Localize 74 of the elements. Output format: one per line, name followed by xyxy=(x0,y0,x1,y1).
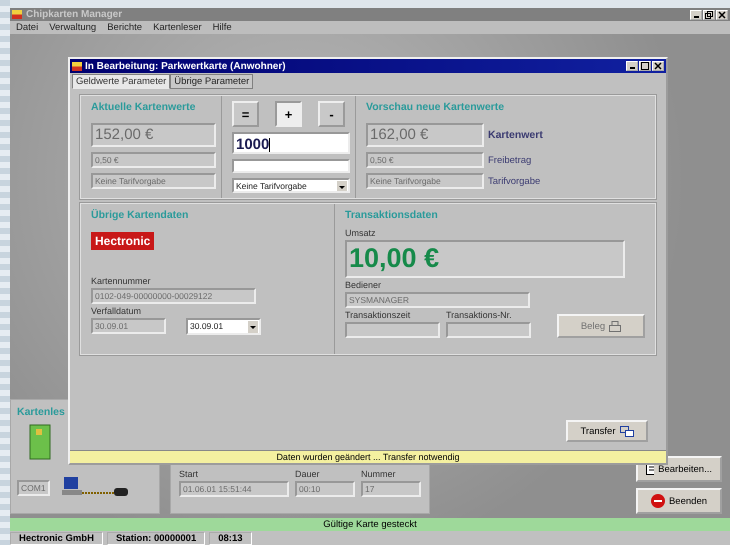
field-label: Freibetrag xyxy=(488,154,532,166)
menu-item[interactable]: Kartenleser xyxy=(153,22,202,33)
app-icon xyxy=(72,62,82,70)
menu-item[interactable]: Datei xyxy=(16,22,38,33)
operator-field: SYSMANAGER xyxy=(345,292,530,308)
allowance-field: 0,50 € xyxy=(91,152,216,168)
expiry-field: 30.09.01 xyxy=(91,318,166,334)
field-label: Bediener xyxy=(345,280,382,290)
group-heading: Transaktionsdaten xyxy=(345,209,439,221)
menu-item[interactable]: Berichte xyxy=(107,22,142,33)
tab[interactable]: Geldwerte Parameter xyxy=(72,74,170,89)
expiry-dropdown[interactable]: 30.09.01 xyxy=(186,318,261,335)
app-icon xyxy=(12,10,22,19)
allowance-input[interactable] xyxy=(232,159,350,174)
menu-item[interactable]: Verwaltung xyxy=(49,22,96,33)
field-label: Umsatz xyxy=(345,228,377,238)
new-tariff-field: Keine Tarifvorgabe xyxy=(366,173,484,189)
field-label: Kartennummer xyxy=(91,276,152,286)
card-icon xyxy=(29,424,51,460)
operator-button[interactable]: + xyxy=(275,101,302,127)
tariff-field: Keine Tarifvorgabe xyxy=(91,173,216,189)
card-value-field: 152,00 € xyxy=(91,123,216,147)
close-button[interactable] xyxy=(652,61,664,71)
notice-bar: Daten wurden geändert ... Transfer notwendig xyxy=(70,450,666,463)
dropdown-arrow-icon xyxy=(337,181,347,192)
field-label: Nummer xyxy=(361,469,397,479)
panel-heading: Kartenles xyxy=(17,406,66,418)
maximize-button[interactable] xyxy=(639,61,651,71)
company-logo: Hectronic xyxy=(91,232,154,250)
action-button[interactable]: Beenden xyxy=(636,488,722,514)
start-field: 01.06.01 15:51:44 xyxy=(179,481,289,497)
window-title: Chipkarten Manager xyxy=(26,9,124,20)
turnover-field: 10,00 € xyxy=(345,240,625,278)
group-heading: Übrige Kartendaten xyxy=(91,209,190,221)
group-heading: Aktuelle Kartenwerte xyxy=(91,101,196,113)
tab[interactable]: Übrige Parameter xyxy=(170,74,254,89)
maximize-icon xyxy=(641,62,649,70)
port-field: COM1 xyxy=(17,480,50,496)
duration-field: 00:10 xyxy=(295,481,355,497)
minimize-button[interactable] xyxy=(626,61,638,71)
printer-icon xyxy=(609,320,622,332)
close-icon xyxy=(654,62,662,70)
field-label: Kartenwert xyxy=(488,129,543,141)
number-field: 17 xyxy=(361,481,421,497)
operator-button[interactable]: - xyxy=(318,101,345,127)
dialog-title: In Bearbeitung: Parkwertkarte (Anwohner) xyxy=(85,60,286,72)
tariff-dropdown[interactable]: Keine Tarifvorgabe xyxy=(232,178,350,193)
new-card-value-field: 162,00 € xyxy=(366,123,484,147)
field-label: Verfalldatum xyxy=(91,306,142,316)
minimize-icon xyxy=(694,16,698,18)
menu-item[interactable]: Hilfe xyxy=(212,22,232,33)
minimize-icon xyxy=(630,67,634,69)
status-panel: 08:13 xyxy=(209,532,252,545)
card-number-field: 0102-049-00000000-00029122 xyxy=(91,288,256,304)
minimize-button[interactable] xyxy=(690,10,702,20)
field-label: Dauer xyxy=(295,469,321,479)
new-allowance-field: 0,50 € xyxy=(366,152,484,168)
restore-icon xyxy=(705,10,713,18)
close-button[interactable] xyxy=(716,10,728,20)
field-label: Transaktions-Nr. xyxy=(446,310,513,320)
stop-icon xyxy=(650,494,665,508)
amount-input[interactable]: 1000 xyxy=(232,132,350,154)
field-label: Transaktionszeit xyxy=(345,310,412,320)
status-panel: Hectronic GmbH xyxy=(10,532,103,545)
field-label: Tarifvorgabe xyxy=(488,176,540,186)
operator-button[interactable]: = xyxy=(232,101,259,127)
field-label: Start xyxy=(179,469,200,479)
status-panel: Station: 00000001 xyxy=(106,532,206,545)
transfer-button[interactable]: Transfer xyxy=(566,420,648,442)
group-heading: Vorschau neue Kartenwerte xyxy=(366,101,506,113)
maximize-button[interactable] xyxy=(703,10,715,20)
transfer-icon xyxy=(620,426,634,436)
close-icon xyxy=(718,10,726,18)
card-status-bar: Gültige Karte gesteckt xyxy=(10,518,730,531)
